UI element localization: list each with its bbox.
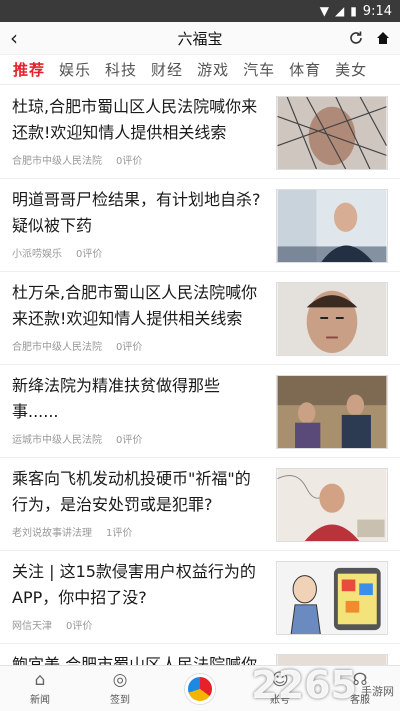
- news-thumbnail: [276, 375, 388, 449]
- app-logo-icon: [185, 673, 215, 704]
- news-thumbnail: [276, 96, 388, 170]
- list-item[interactable]: 鲍宜美,合肥市蜀山区人民法院喊你: [0, 644, 400, 665]
- nav-news-label: 新闻: [30, 694, 50, 706]
- watermark-sub: 手游网: [361, 685, 394, 698]
- nav-checkin-label: 签到: [110, 694, 130, 706]
- headline: 乘客向飞机发动机投硬币"祈福"的行为，是治安处罚或是犯罪?: [12, 469, 251, 514]
- home-icon[interactable]: [376, 31, 390, 45]
- news-feed: 杜琼,合肥市蜀山区人民法院喊你来还款!欢迎知情人提供相关线索 合肥市中级人民法院…: [0, 86, 400, 665]
- tab-auto[interactable]: 汽车: [236, 59, 282, 80]
- back-icon[interactable]: ‹: [10, 28, 18, 48]
- nav-center-logo[interactable]: [160, 666, 240, 711]
- headline: 关注 | 这15款侵害用户权益行为的APP，你中招了没?: [12, 562, 256, 607]
- watermark: 2265 手游网: [251, 663, 394, 707]
- comment-count: 0评价: [116, 435, 143, 446]
- status-bar: ▼ ◢ ▮ 9:14: [0, 0, 400, 22]
- headline: 鲍宜美,合肥市蜀山区人民法院喊你: [12, 655, 258, 665]
- source-label: 合肥市中级人民法院: [12, 342, 102, 353]
- list-item[interactable]: 新绛法院为精准扶贫做得那些事...... 运城市中级人民法院 0评价: [0, 365, 400, 458]
- watermark-main: 2265: [251, 663, 357, 707]
- list-item[interactable]: 杜万朵,合肥市蜀山区人民法院喊你来还款!欢迎知情人提供相关线索 合肥市中级人民法…: [0, 272, 400, 365]
- title-bar: ‹ 六福宝: [0, 22, 400, 55]
- refresh-icon[interactable]: [348, 30, 364, 46]
- source-label: 老刘说故事讲法理: [12, 528, 92, 539]
- list-item[interactable]: 杜琼,合肥市蜀山区人民法院喊你来还款!欢迎知情人提供相关线索 合肥市中级人民法院…: [0, 86, 400, 179]
- tab-beauty[interactable]: 美女: [328, 59, 374, 80]
- list-item[interactable]: 乘客向飞机发动机投硬币"祈福"的行为，是治安处罚或是犯罪? 老刘说故事讲法理 1评…: [0, 458, 400, 551]
- list-item[interactable]: 明道哥哥尸检结果，有计划地自杀?疑似被下药 小派唠娱乐 0评价: [0, 179, 400, 272]
- headline: 明道哥哥尸检结果，有计划地自杀?疑似被下药: [12, 190, 261, 235]
- nav-checkin[interactable]: ◎ 签到: [80, 666, 160, 711]
- tab-tech[interactable]: 科技: [98, 59, 144, 80]
- tab-recommend[interactable]: 推荐: [6, 59, 52, 80]
- checkin-icon: ◎: [112, 669, 128, 690]
- comment-count: 0评价: [66, 621, 93, 632]
- tab-finance[interactable]: 财经: [144, 59, 190, 80]
- headline: 杜万朵,合肥市蜀山区人民法院喊你来还款!欢迎知情人提供相关线索: [12, 283, 258, 328]
- nav-news[interactable]: ⌂ 新闻: [0, 666, 80, 711]
- tab-sports[interactable]: 体育: [282, 59, 328, 80]
- list-item[interactable]: 关注 | 这15款侵害用户权益行为的APP，你中招了没? 网信天津 0评价: [0, 551, 400, 644]
- battery-icon: ▮: [350, 4, 357, 18]
- tab-entertainment[interactable]: 娱乐: [52, 59, 98, 80]
- wifi-icon: ▼: [319, 4, 329, 18]
- page-title: 六福宝: [177, 29, 223, 48]
- comment-count: 0评价: [76, 249, 103, 260]
- source-label: 合肥市中级人民法院: [12, 156, 102, 167]
- news-thumbnail: [276, 561, 388, 635]
- home-icon: ⌂: [34, 669, 46, 690]
- source-label: 小派唠娱乐: [12, 249, 62, 260]
- status-time: 9:14: [362, 3, 392, 19]
- headline: 杜琼,合肥市蜀山区人民法院喊你来还款!欢迎知情人提供相关线索: [12, 97, 258, 142]
- news-thumbnail: [276, 282, 388, 356]
- comment-count: 0评价: [116, 156, 143, 167]
- news-thumbnail: [276, 189, 388, 263]
- category-tabs: 推荐 娱乐 科技 财经 游戏 汽车 体育 美女: [0, 55, 400, 85]
- news-thumbnail: [276, 468, 388, 542]
- source-label: 网信天津: [12, 621, 52, 632]
- comment-count: 0评价: [116, 342, 143, 353]
- comment-count: 1评价: [106, 528, 133, 539]
- headline: 新绛法院为精准扶贫做得那些事......: [12, 376, 221, 421]
- signal-icon: ◢: [334, 4, 345, 18]
- source-label: 运城市中级人民法院: [12, 435, 102, 446]
- tab-games[interactable]: 游戏: [190, 59, 236, 80]
